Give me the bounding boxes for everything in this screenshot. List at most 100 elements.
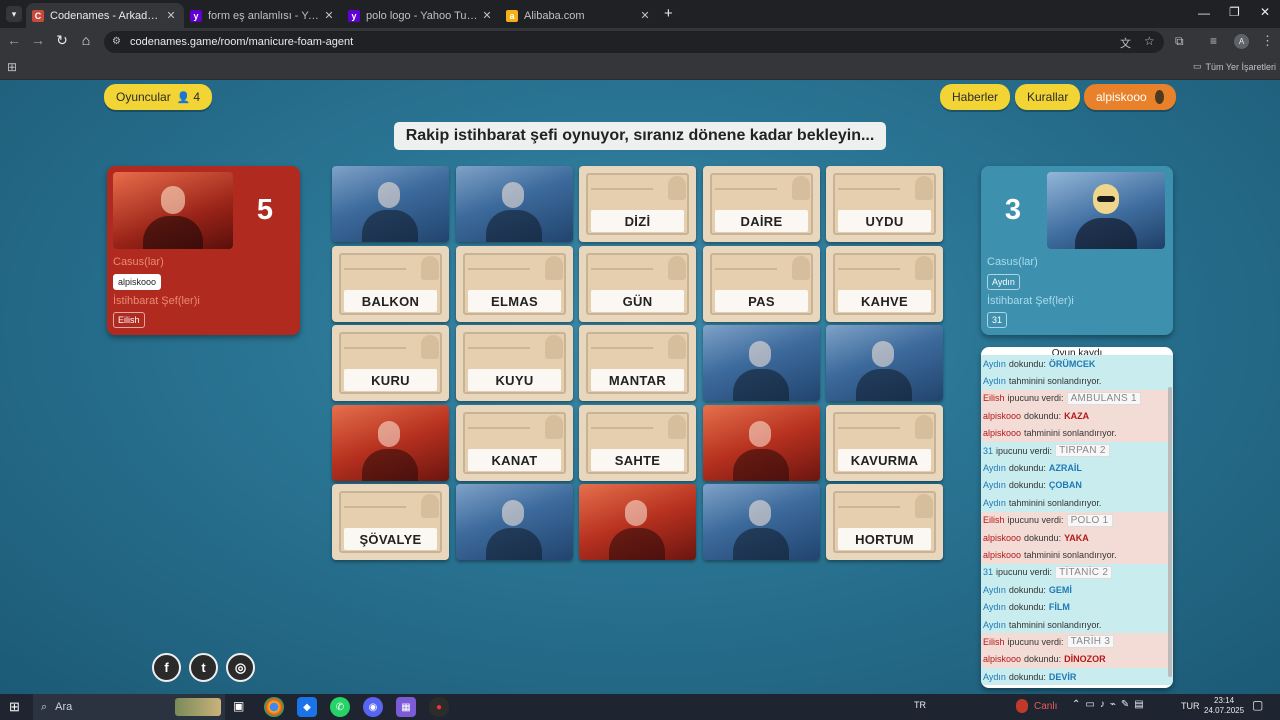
card-silhouette-icon	[792, 176, 810, 200]
windows-start-icon[interactable]: ⊞	[9, 699, 20, 715]
log-entry: Eilish ipucunu verdi: TARİH 3	[981, 633, 1173, 651]
log-action: dokundu:	[1024, 532, 1062, 543]
rules-button[interactable]: Kurallar	[1015, 84, 1081, 110]
log-player: Aydın	[983, 480, 1006, 491]
browser-tab[interactable]: yform eş anlamlısı - Yahoo Turk✕	[184, 3, 342, 28]
word-card[interactable]: KANAT	[456, 405, 573, 481]
word-card[interactable]: KURU	[332, 325, 449, 401]
user-face-icon	[1154, 90, 1164, 104]
log-entry: Aydın dokundu: FİLM	[981, 598, 1173, 616]
log-word: GEMİ	[1048, 584, 1072, 595]
news-button[interactable]: Haberler	[940, 84, 1011, 110]
translate-icon[interactable]: 文	[1120, 35, 1131, 51]
notification-icon[interactable]: ▢	[1252, 698, 1263, 712]
tray-icons[interactable]: ⌃▭♪⌁✎▤	[1072, 699, 1149, 710]
word-card[interactable]: DAİRE	[703, 166, 820, 242]
media-icon[interactable]: ≡	[1210, 34, 1217, 48]
log-action: dokundu:	[1008, 584, 1046, 595]
alibaba-icon: a	[506, 9, 518, 22]
extensions-icon[interactable]: ⧉	[1175, 34, 1184, 49]
bookmark-star-icon[interactable]: ☆	[1144, 34, 1155, 48]
card-silhouette-icon	[545, 415, 563, 439]
app-icon[interactable]: ◆	[297, 697, 317, 717]
taskbar-search[interactable]: ⌕ Ara	[33, 694, 225, 720]
word-card[interactable]: DİZİ	[579, 166, 696, 242]
bookmarks-bar: ⊞ ▭ Tüm Yer İşaretleri	[0, 56, 1280, 80]
new-tab-button[interactable]: +	[664, 5, 673, 22]
blue-agent-card	[332, 166, 449, 242]
red-spymaster-chip: Eilish	[113, 312, 145, 328]
word-card[interactable]: MANTAR	[579, 325, 696, 401]
clock[interactable]: 23:14 24.07.2025	[1204, 696, 1244, 716]
facebook-icon[interactable]: f	[152, 653, 181, 682]
blue-spymaster-chip: 31	[987, 312, 1008, 328]
card-silhouette-icon	[668, 415, 686, 439]
apps-icon[interactable]: ▦	[396, 697, 416, 717]
close-tab-icon[interactable]: ✕	[164, 9, 178, 22]
forward-icon[interactable]: →	[28, 32, 48, 48]
card-word: ŞÖVALYE	[344, 528, 437, 550]
word-card[interactable]: BALKON	[332, 246, 449, 322]
browser-tab[interactable]: CCodenames - Arkadaşlarınızla ç✕	[26, 3, 184, 28]
all-bookmarks-button[interactable]: ▭ Tüm Yer İşaretleri	[1193, 61, 1276, 72]
log-entry: Aydın tahminini sonlandırıyor.	[981, 372, 1173, 390]
card-word: KURU	[344, 369, 437, 391]
blue-team-score: 3	[1004, 194, 1022, 226]
word-card[interactable]: KUYU	[456, 325, 573, 401]
yahoo-icon: y	[348, 9, 360, 22]
card-silhouette-icon	[915, 415, 933, 439]
recorder-icon[interactable]: ●	[429, 697, 449, 717]
minimize-button[interactable]: —	[1198, 6, 1210, 20]
word-card[interactable]: SAHTE	[579, 405, 696, 481]
word-card[interactable]: KAHVE	[826, 246, 943, 322]
site-info-icon[interactable]: ⚙	[112, 36, 121, 47]
word-card[interactable]: GÜN	[579, 246, 696, 322]
close-window-button[interactable]: ✕	[1260, 5, 1270, 19]
word-card[interactable]: ŞÖVALYE	[332, 484, 449, 560]
menu-icon[interactable]: ⋮	[1261, 33, 1274, 49]
language-indicator[interactable]: TR	[914, 700, 926, 710]
close-tab-icon[interactable]: ✕	[638, 9, 652, 22]
close-tab-icon[interactable]: ✕	[480, 9, 494, 22]
players-button[interactable]: Oyuncular 👤 4	[104, 84, 213, 110]
word-card[interactable]: ELMAS	[456, 246, 573, 322]
word-card[interactable]: UYDU	[826, 166, 943, 242]
back-icon[interactable]: ←	[4, 32, 24, 48]
log-entry: Aydın dokundu: ÇOBAN	[981, 476, 1173, 495]
card-silhouette-icon	[668, 256, 686, 280]
card-word: KAVURMA	[838, 449, 931, 471]
log-action: tahminini sonlandırıyor.	[1024, 428, 1117, 439]
twitter-icon[interactable]: t	[189, 653, 218, 682]
tab-search-button[interactable]: ▾	[6, 6, 22, 22]
apps-grid-icon[interactable]: ⊞	[7, 60, 17, 74]
log-entry: Eilish ipucunu verdi: POLO 1	[981, 511, 1173, 529]
browser-tab[interactable]: a Alibaba.com ✕	[500, 3, 658, 28]
word-card[interactable]: KAVURMA	[826, 405, 943, 481]
log-scrollbar[interactable]	[1168, 387, 1172, 677]
chrome-icon[interactable]	[264, 697, 284, 717]
address-bar[interactable]: ⚙ codenames.game/room/manicure-foam-agen…	[104, 31, 1164, 53]
log-word: KAZA	[1064, 410, 1090, 421]
reload-icon[interactable]: ↻	[52, 32, 72, 49]
instagram-icon[interactable]: ◎	[226, 653, 255, 682]
game-board: DİZİ DAİRE UYDU BALKON ELMAS GÜN PAS KAHVE KURU K…	[332, 166, 944, 562]
browser-tab[interactable]: ypolo logo - Yahoo Turkey Aram✕	[342, 3, 500, 28]
log-action: ipucunu verdi:	[1007, 515, 1064, 526]
log-clue: TIRPAN 2	[1055, 444, 1110, 458]
close-tab-icon[interactable]: ✕	[322, 9, 336, 22]
keyboard-indicator[interactable]: TUR	[1181, 701, 1200, 711]
discord-icon[interactable]: ◉	[363, 697, 383, 717]
whatsapp-icon[interactable]: ✆	[330, 697, 350, 717]
task-view-icon[interactable]: ▣	[233, 699, 244, 713]
live-indicator[interactable]: Canlı	[1016, 699, 1057, 713]
word-card[interactable]: PAS	[703, 246, 820, 322]
log-action: dokundu:	[1008, 463, 1046, 474]
profile-avatar[interactable]: A	[1234, 34, 1249, 49]
card-word: DİZİ	[591, 210, 684, 232]
restore-button[interactable]: ❐	[1229, 5, 1240, 19]
log-action: dokundu:	[1008, 480, 1046, 491]
word-card[interactable]: HORTUM	[826, 484, 943, 560]
log-player: Eilish	[983, 515, 1005, 526]
home-icon[interactable]: ⌂	[76, 32, 96, 48]
user-menu-button[interactable]: alpiskooo	[1084, 84, 1176, 110]
